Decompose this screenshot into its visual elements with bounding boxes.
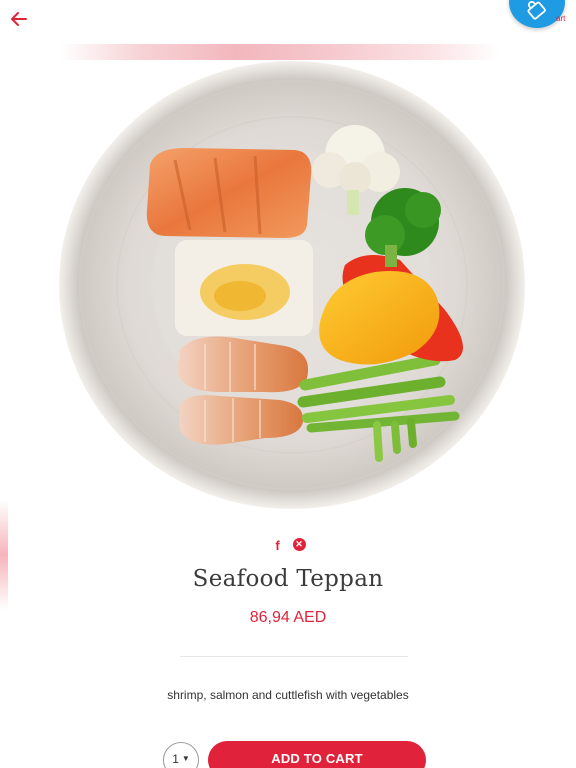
decorative-banner: [60, 44, 500, 60]
facebook-glyph: f: [275, 537, 280, 553]
pinterest-icon[interactable]: ✕: [292, 538, 306, 551]
quantity-value: 1: [172, 752, 179, 766]
add-to-cart-button[interactable]: ADD TO CART: [208, 741, 426, 768]
quantity-select[interactable]: 1 ▼: [163, 742, 199, 768]
share-links: f ✕: [0, 537, 576, 553]
product-description: shrimp, salmon and cuttlefish with veget…: [167, 688, 409, 702]
pinterest-glyph: ✕: [295, 539, 303, 549]
arrow-left-icon: [11, 12, 27, 26]
cart-caption: art: [556, 14, 566, 23]
product-price: 86,94 AED: [249, 609, 327, 626]
decorative-edge: [0, 500, 8, 610]
product-page: art f ✕ Seafood Teppan 86,94 AED shrimp,…: [0, 0, 576, 768]
cart-icon: [527, 0, 546, 20]
back-button[interactable]: [6, 6, 32, 32]
caret-down-icon: ▼: [181, 754, 190, 763]
dish-photo: [59, 61, 525, 509]
product-title: Seafood Teppan: [192, 566, 384, 592]
facebook-icon[interactable]: f: [271, 537, 285, 553]
divider: [180, 656, 408, 657]
